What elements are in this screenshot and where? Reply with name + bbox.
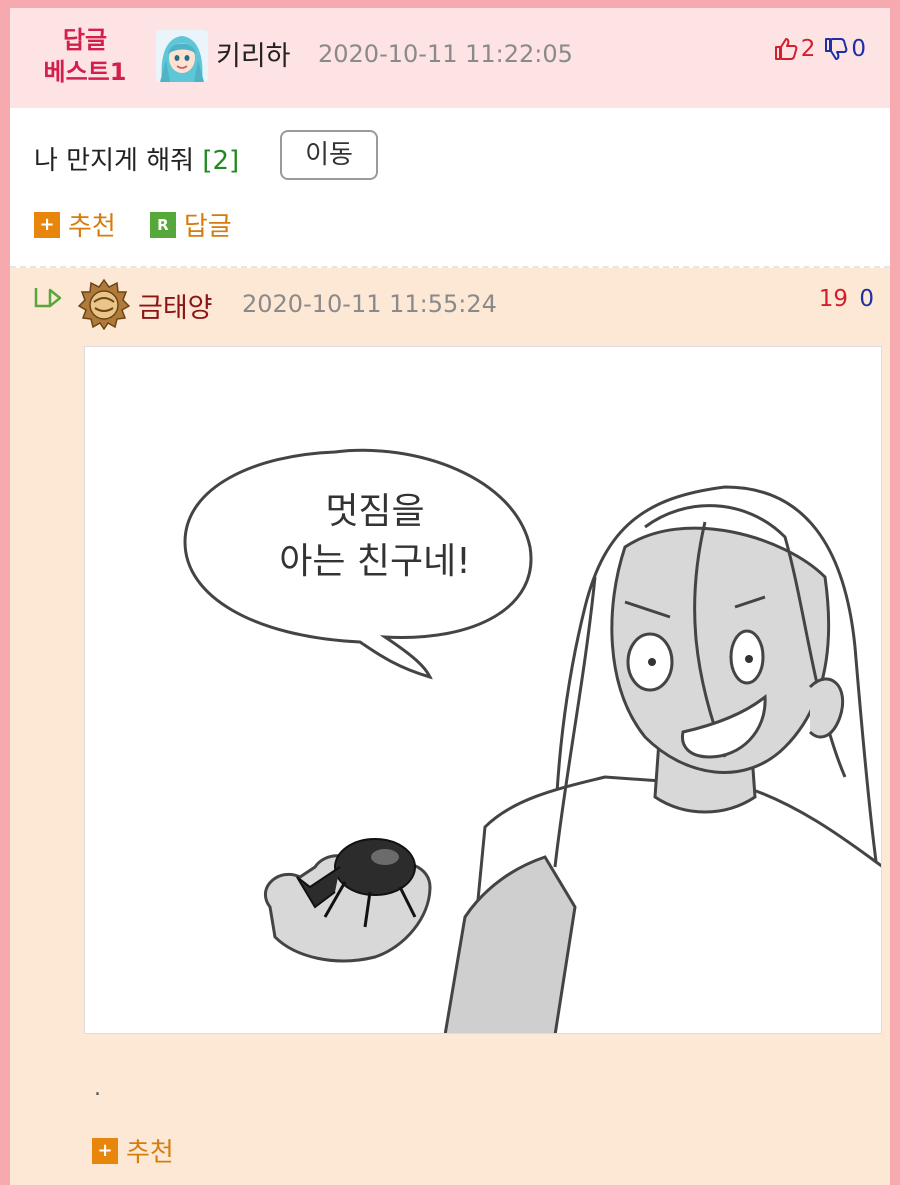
reply-count: [2]: [202, 146, 240, 176]
speech-bubble-text: 멋짐을 아는 친구네!: [225, 487, 525, 587]
badge-line-2: 베스트1: [43, 58, 127, 86]
plus-box-icon: +: [34, 211, 60, 238]
bubble-line-2: 아는 친구네!: [279, 541, 471, 582]
best-reply-badge: 답글 베스트1: [30, 24, 140, 88]
vote-counter: 2 0: [773, 36, 866, 62]
avatar[interactable]: [77, 278, 131, 331]
comment-actions: + 추천 R 답글: [34, 206, 232, 243]
comment-thread: 답글 베스트1 키리하 2020-10-11 11:22:05 2 0 나 만지…: [10, 8, 890, 1185]
upvote-count: 2: [800, 36, 816, 62]
comment-text: .: [94, 1076, 101, 1101]
move-button[interactable]: 이동: [280, 130, 378, 180]
comment-actions: + 추천: [92, 1132, 174, 1169]
recommend-button[interactable]: + 추천: [92, 1132, 174, 1169]
bubble-line-1: 멋짐을: [325, 491, 425, 532]
comment-datetime: 2020-10-11 11:55:24: [242, 290, 497, 318]
reply-button[interactable]: R 답글: [149, 206, 232, 243]
thumbs-up-icon[interactable]: [773, 36, 799, 62]
recommend-label: 추천: [68, 212, 116, 242]
best-comment-body: 나 만지게 해줘 [2] 이동 + 추천 R 답글: [10, 108, 890, 268]
recommend-button[interactable]: + 추천: [34, 206, 116, 243]
thumbs-down-icon[interactable]: [823, 36, 849, 62]
reply-label: 답글: [183, 212, 232, 242]
comment-message: 나 만지게 해줘: [34, 146, 195, 176]
best-comment-header: 답글 베스트1 키리하 2020-10-11 11:22:05 2 0: [10, 8, 890, 108]
plus-box-icon: +: [92, 1137, 118, 1164]
vote-counter: 19 0: [819, 286, 874, 312]
reply-arrow-icon: [32, 286, 66, 312]
badge-line-1: 답글: [62, 26, 108, 54]
downvote-count: 0: [851, 36, 866, 62]
upvote-count: 19: [818, 286, 849, 312]
reply-r-icon: R: [149, 211, 176, 238]
attached-image[interactable]: 멋짐을 아는 친구네!: [84, 346, 882, 1034]
avatar[interactable]: [156, 30, 208, 82]
downvote-count: 0: [859, 286, 874, 312]
recommend-label: 추천: [126, 1138, 174, 1168]
comment-text[interactable]: 나 만지게 해줘 [2]: [34, 140, 239, 177]
comment-datetime: 2020-10-11 11:22:05: [318, 40, 573, 68]
username[interactable]: 금태양: [138, 286, 213, 325]
username[interactable]: 키리하: [216, 34, 291, 73]
